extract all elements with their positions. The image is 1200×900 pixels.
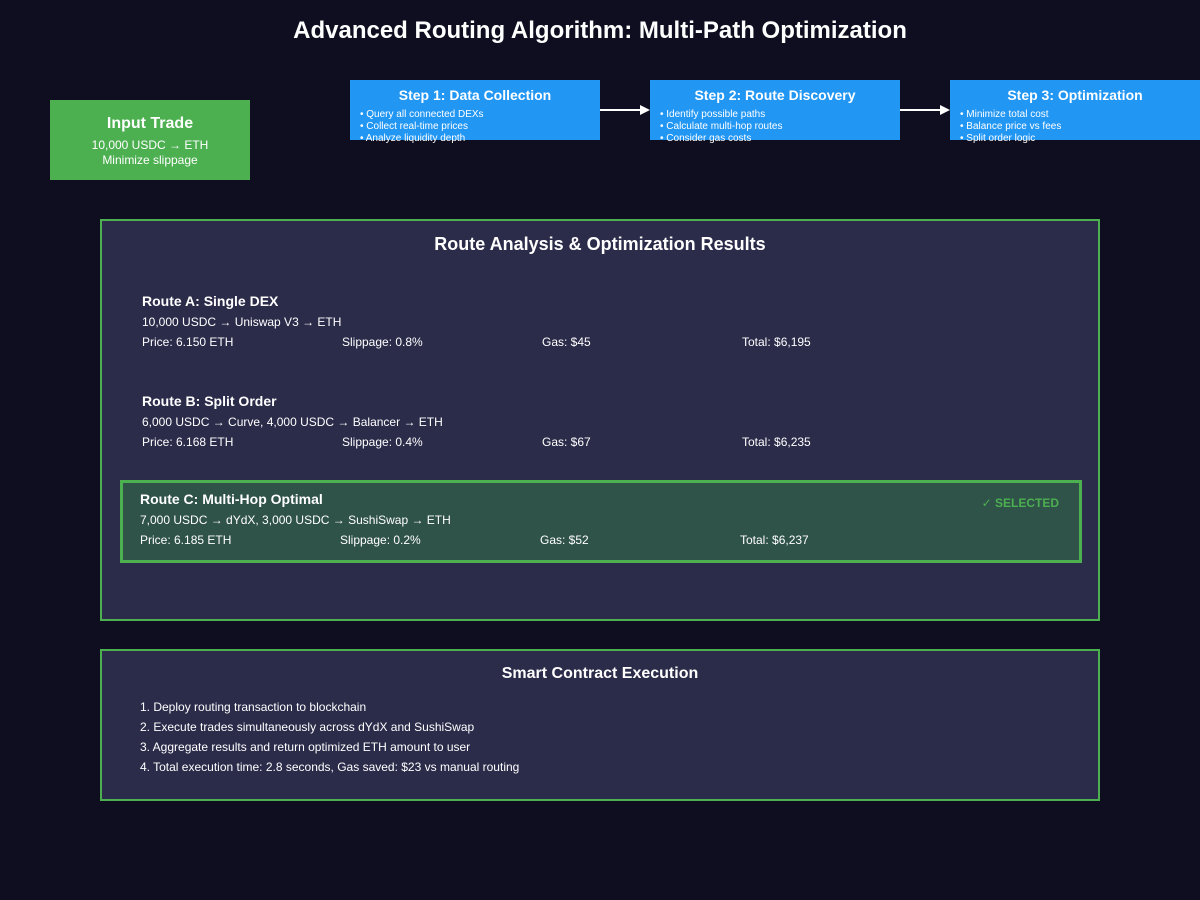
page-title: Advanced Routing Algorithm: Multi-Path O… <box>293 17 907 44</box>
route-name: Route B: Split Order <box>142 393 277 409</box>
route-analysis-panel: Route Analysis & Optimization Results Ro… <box>100 219 1100 621</box>
step-1-bullet: Analyze liquidity depth <box>360 133 600 145</box>
step-2-bullet: Identify possible paths <box>660 109 900 121</box>
execution-step: 3. Aggregate results and return optimize… <box>140 740 471 754</box>
route-price: Price: 6.168 ETH <box>142 435 234 449</box>
route-price: Price: 6.150 ETH <box>142 335 234 349</box>
route-path: 10,000 USDC → Uniswap V3 → ETH <box>142 315 342 329</box>
input-trade-box: Input Trade 10,000 USDC → ETH Minimize s… <box>50 100 250 180</box>
input-trade-pair: 10,000 USDC → ETH <box>91 138 209 152</box>
route-gas: Gas: $45 <box>542 335 591 349</box>
step-3-heading: Step 3: Optimization <box>1007 87 1143 103</box>
execution-title: Smart Contract Execution <box>501 665 699 682</box>
input-trade-goal: Minimize slippage <box>102 153 198 167</box>
step-3-bullet: Split order logic <box>960 133 1200 145</box>
step-3-bullet: Balance price vs fees <box>960 121 1200 133</box>
route-b-card: Route B: Split Order 6,000 USDC → Curve,… <box>122 382 1082 462</box>
route-name: Route A: Single DEX <box>142 293 279 309</box>
step-2-bullet: Consider gas costs <box>660 133 900 145</box>
route-total: Total: $6,237 <box>740 533 809 547</box>
step-2-heading: Step 2: Route Discovery <box>694 87 856 103</box>
route-name: Route C: Multi-Hop Optimal <box>140 491 323 507</box>
route-a-card: Route A: Single DEX 10,000 USDC → Uniswa… <box>122 282 1082 362</box>
route-total: Total: $6,195 <box>742 335 811 349</box>
route-gas: Gas: $52 <box>540 533 589 547</box>
step-1-box: Step 1: Data Collection Query all connec… <box>350 80 600 144</box>
execution-step: 2. Execute trades simultaneously across … <box>140 720 475 734</box>
step-1-bullet: Query all connected DEXs <box>360 109 600 121</box>
execution-step: 1. Deploy routing transaction to blockch… <box>140 700 367 714</box>
step-1-heading: Step 1: Data Collection <box>398 87 552 103</box>
route-gas: Gas: $67 <box>542 435 591 449</box>
route-path: 7,000 USDC → dYdX, 3,000 USDC → SushiSwa… <box>140 513 451 527</box>
arrow-right-icon <box>600 105 650 115</box>
route-slippage: Slippage: 0.2% <box>340 533 421 547</box>
route-slippage: Slippage: 0.4% <box>342 435 423 449</box>
route-price: Price: 6.185 ETH <box>140 533 232 547</box>
step-2-bullet: Calculate multi-hop routes <box>660 121 900 133</box>
input-trade-heading: Input Trade <box>106 115 194 132</box>
step-1-bullet: Collect real-time prices <box>360 121 600 133</box>
route-path: 6,000 USDC → Curve, 4,000 USDC → Balance… <box>142 415 443 429</box>
step-3-box: Step 3: Optimization Minimize total cost… <box>950 80 1200 144</box>
step-3-bullet: Minimize total cost <box>960 109 1200 121</box>
execution-panel: Smart Contract Execution 1. Deploy routi… <box>100 649 1100 801</box>
route-slippage: Slippage: 0.8% <box>342 335 423 349</box>
route-total: Total: $6,235 <box>742 435 811 449</box>
arrow-right-icon <box>900 105 950 115</box>
selected-badge: ✓ SELECTED <box>981 496 1059 510</box>
route-analysis-title: Route Analysis & Optimization Results <box>434 234 766 254</box>
execution-step: 4. Total execution time: 2.8 seconds, Ga… <box>140 760 520 774</box>
step-2-box: Step 2: Route Discovery Identify possibl… <box>650 80 900 144</box>
route-c-card: Route C: Multi-Hop Optimal 7,000 USDC → … <box>120 480 1082 563</box>
